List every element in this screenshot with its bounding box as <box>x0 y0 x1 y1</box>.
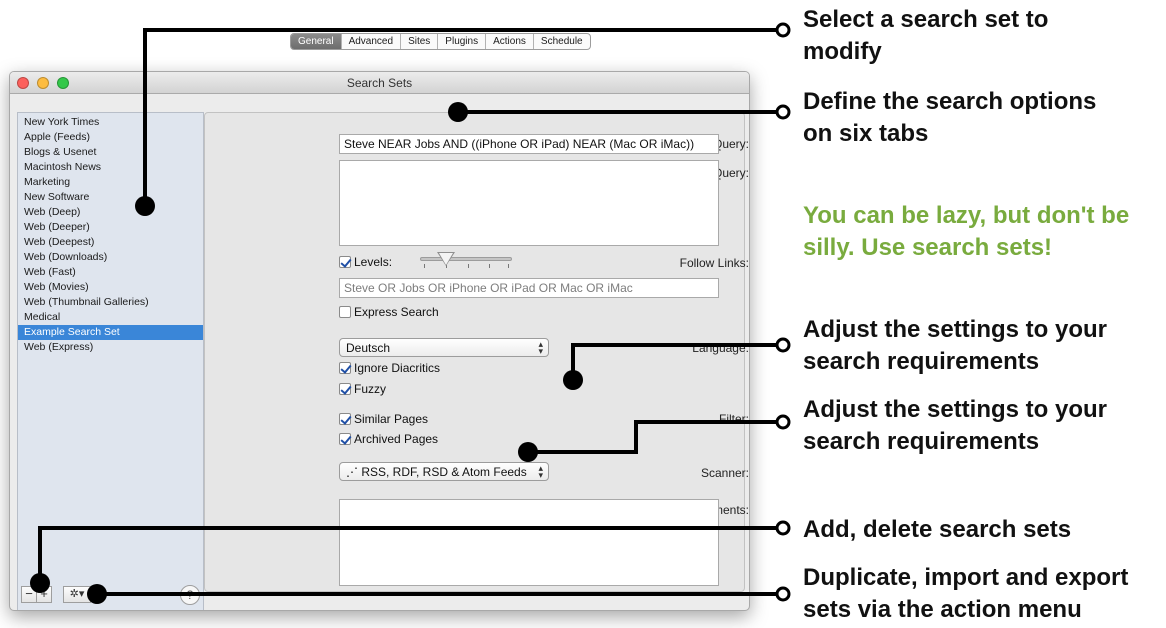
checkbox-ignore-diacritics[interactable] <box>339 362 351 374</box>
annotation-line: silly. Use search sets! <box>803 234 1053 261</box>
archived-pages-label: Archived Pages <box>354 432 439 446</box>
scanner-select[interactable]: ⋰ RSS, RDF, RSD & Atom Feeds ▴ ▾ <box>339 462 549 481</box>
sidebar-bottom-bar: − + ✲▾ ? <box>17 582 204 606</box>
language-label: Language: <box>692 341 749 355</box>
slider-tick <box>508 264 509 268</box>
levels-label: Levels: <box>354 255 393 269</box>
search-set-item[interactable]: Marketing <box>18 175 203 190</box>
annotation-line: Select a search set to <box>803 6 1049 33</box>
annotation-line: You can be lazy, but don't be <box>803 202 1130 229</box>
search-set-item[interactable]: Medical <box>18 310 203 325</box>
ignore-diacritics-checkbox[interactable]: Ignore Diacritics <box>339 361 440 375</box>
annotation-line: Adjust the settings to your <box>803 396 1108 423</box>
search-set-item[interactable]: Web (Fast) <box>18 265 203 280</box>
checkbox-similar-pages[interactable] <box>339 413 351 425</box>
levels-slider[interactable] <box>420 252 512 270</box>
express-search-checkbox[interactable]: Express Search <box>339 305 439 319</box>
annotation-add-delete: Add, delete search sets <box>803 514 1071 546</box>
annotation-adjust-settings-1: Adjust the settings to your search requi… <box>803 314 1107 378</box>
annotation-define-options: Define the search options on six tabs <box>803 86 1096 150</box>
search-set-item[interactable]: Apple (Feeds) <box>18 130 203 145</box>
tab-general[interactable]: General <box>291 34 342 49</box>
search-set-list: New York Times Apple (Feeds) Blogs & Use… <box>18 115 203 355</box>
remove-set-button[interactable]: − <box>21 586 37 603</box>
fuzzy-label: Fuzzy <box>354 382 387 396</box>
search-set-item[interactable]: Web (Deepest) <box>18 235 203 250</box>
help-button[interactable]: ? <box>180 585 200 605</box>
follow-links-query-field[interactable]: Steve OR Jobs OR iPhone OR iPad OR Mac O… <box>339 278 719 298</box>
search-set-sidebar: New York Times Apple (Feeds) Blogs & Use… <box>17 112 204 610</box>
annotation-line: on six tabs <box>803 120 929 147</box>
slider-tick <box>489 264 490 268</box>
tab-actions[interactable]: Actions <box>486 34 534 49</box>
scanner-label: Scanner: <box>700 466 749 480</box>
annotation-select-set: Select a search set to modify <box>803 4 1048 68</box>
similar-pages-label: Similar Pages <box>354 412 429 426</box>
search-set-item[interactable]: Macintosh News <box>18 160 203 175</box>
fuzzy-checkbox[interactable]: Fuzzy <box>339 382 386 396</box>
slider-tick <box>468 264 469 268</box>
window-title: Search Sets <box>346 76 413 90</box>
annotation-tip: You can be lazy, but don't be silly. Use… <box>803 200 1129 264</box>
comments-field[interactable] <box>339 499 719 586</box>
secondary-query-field[interactable] <box>339 160 719 246</box>
default-query-field[interactable]: Steve NEAR Jobs AND ((iPhone OR iPad) NE… <box>339 134 719 154</box>
express-search-label: Express Search <box>354 305 439 319</box>
annotation-line: Define the search options <box>803 88 1097 115</box>
levels-checkbox[interactable]: Levels: <box>339 255 392 269</box>
action-menu-button[interactable]: ✲▾ <box>63 586 91 603</box>
search-set-item[interactable]: Blogs & Usenet <box>18 145 203 160</box>
annotation-line: modify <box>803 38 882 65</box>
archived-pages-checkbox[interactable]: Archived Pages <box>339 432 438 446</box>
annotation-line: Add, delete search sets <box>803 516 1072 543</box>
add-set-button[interactable]: + <box>36 586 52 603</box>
filter-label: Filter: <box>719 412 749 426</box>
rss-icon: ⋰ <box>346 465 358 479</box>
language-select[interactable]: Deutsch ▴ ▾ <box>339 338 549 357</box>
annotation-line: Adjust the settings to your <box>803 316 1108 343</box>
checkbox-levels[interactable] <box>339 256 351 268</box>
language-value: Deutsch <box>346 341 391 355</box>
checkbox-archived-pages[interactable] <box>339 433 351 445</box>
slider-knob[interactable] <box>439 253 453 265</box>
search-set-item-selected[interactable]: Example Search Set <box>18 325 203 340</box>
tab-schedule[interactable]: Schedule <box>534 34 590 49</box>
settings-tabs: General Advanced Sites Plugins Actions S… <box>290 33 591 50</box>
annotation-line: search requirements <box>803 348 1040 375</box>
annotation-line: sets via the action menu <box>803 596 1082 623</box>
search-set-item[interactable]: Web (Deeper) <box>18 220 203 235</box>
search-set-item[interactable]: Web (Thumbnail Galleries) <box>18 295 203 310</box>
scanner-value: RSS, RDF, RSD & Atom Feeds <box>361 465 527 479</box>
title-bar: Search Sets <box>10 72 749 94</box>
follow-links-label: Follow Links: <box>679 256 749 270</box>
select-arrows-icon: ▴ ▾ <box>538 463 543 480</box>
annotation-line: Duplicate, import and export <box>803 564 1129 591</box>
ignore-diacritics-label: Ignore Diacritics <box>354 361 441 375</box>
search-set-item[interactable]: Web (Express) <box>18 340 203 355</box>
similar-pages-checkbox[interactable]: Similar Pages <box>339 412 428 426</box>
search-set-item[interactable]: New York Times <box>18 115 203 130</box>
slider-tick <box>424 264 425 268</box>
search-set-item[interactable]: Web (Movies) <box>18 280 203 295</box>
tab-advanced[interactable]: Advanced <box>342 34 402 49</box>
checkbox-express[interactable] <box>339 306 351 318</box>
annotation-duplicate: Duplicate, import and export sets via th… <box>803 562 1128 626</box>
select-arrows-icon: ▴ ▾ <box>538 339 543 356</box>
tab-sites[interactable]: Sites <box>401 34 439 49</box>
checkbox-fuzzy[interactable] <box>339 383 351 395</box>
search-set-item[interactable]: Web (Deep) <box>18 205 203 220</box>
search-set-item[interactable]: Web (Downloads) <box>18 250 203 265</box>
search-set-item[interactable]: New Software <box>18 190 203 205</box>
annotation-line: search requirements <box>803 428 1040 455</box>
slider-track <box>420 257 512 261</box>
annotation-adjust-settings-2: Adjust the settings to your search requi… <box>803 394 1107 458</box>
tab-plugins[interactable]: Plugins <box>438 34 487 49</box>
